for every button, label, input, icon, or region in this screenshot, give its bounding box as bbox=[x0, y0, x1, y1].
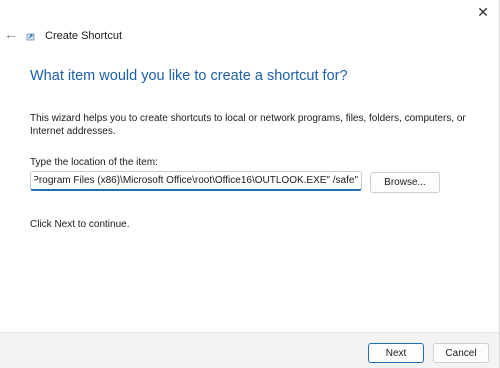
cancel-button[interactable]: Cancel bbox=[433, 343, 489, 363]
create-shortcut-window: ✕ ← Create Shortcut What item would you … bbox=[0, 0, 500, 368]
page-heading: What item would you like to create a sho… bbox=[30, 68, 348, 84]
shortcut-wizard-icon bbox=[26, 33, 35, 41]
browse-button[interactable]: Browse... bbox=[370, 172, 440, 193]
location-label: Type the location of the item: bbox=[30, 157, 158, 168]
location-input[interactable] bbox=[30, 171, 362, 191]
wizard-footer: Next Cancel bbox=[0, 332, 499, 368]
next-button[interactable]: Next bbox=[368, 343, 424, 363]
window-title: Create Shortcut bbox=[45, 30, 123, 42]
wizard-description: This wizard helps you to create shortcut… bbox=[30, 113, 466, 137]
close-icon: ✕ bbox=[477, 3, 489, 20]
continue-hint: Click Next to continue. bbox=[30, 219, 130, 230]
close-button[interactable]: ✕ bbox=[473, 2, 493, 22]
wizard-header: ← Create Shortcut bbox=[0, 22, 499, 50]
back-arrow-icon[interactable]: ← bbox=[4, 27, 18, 41]
